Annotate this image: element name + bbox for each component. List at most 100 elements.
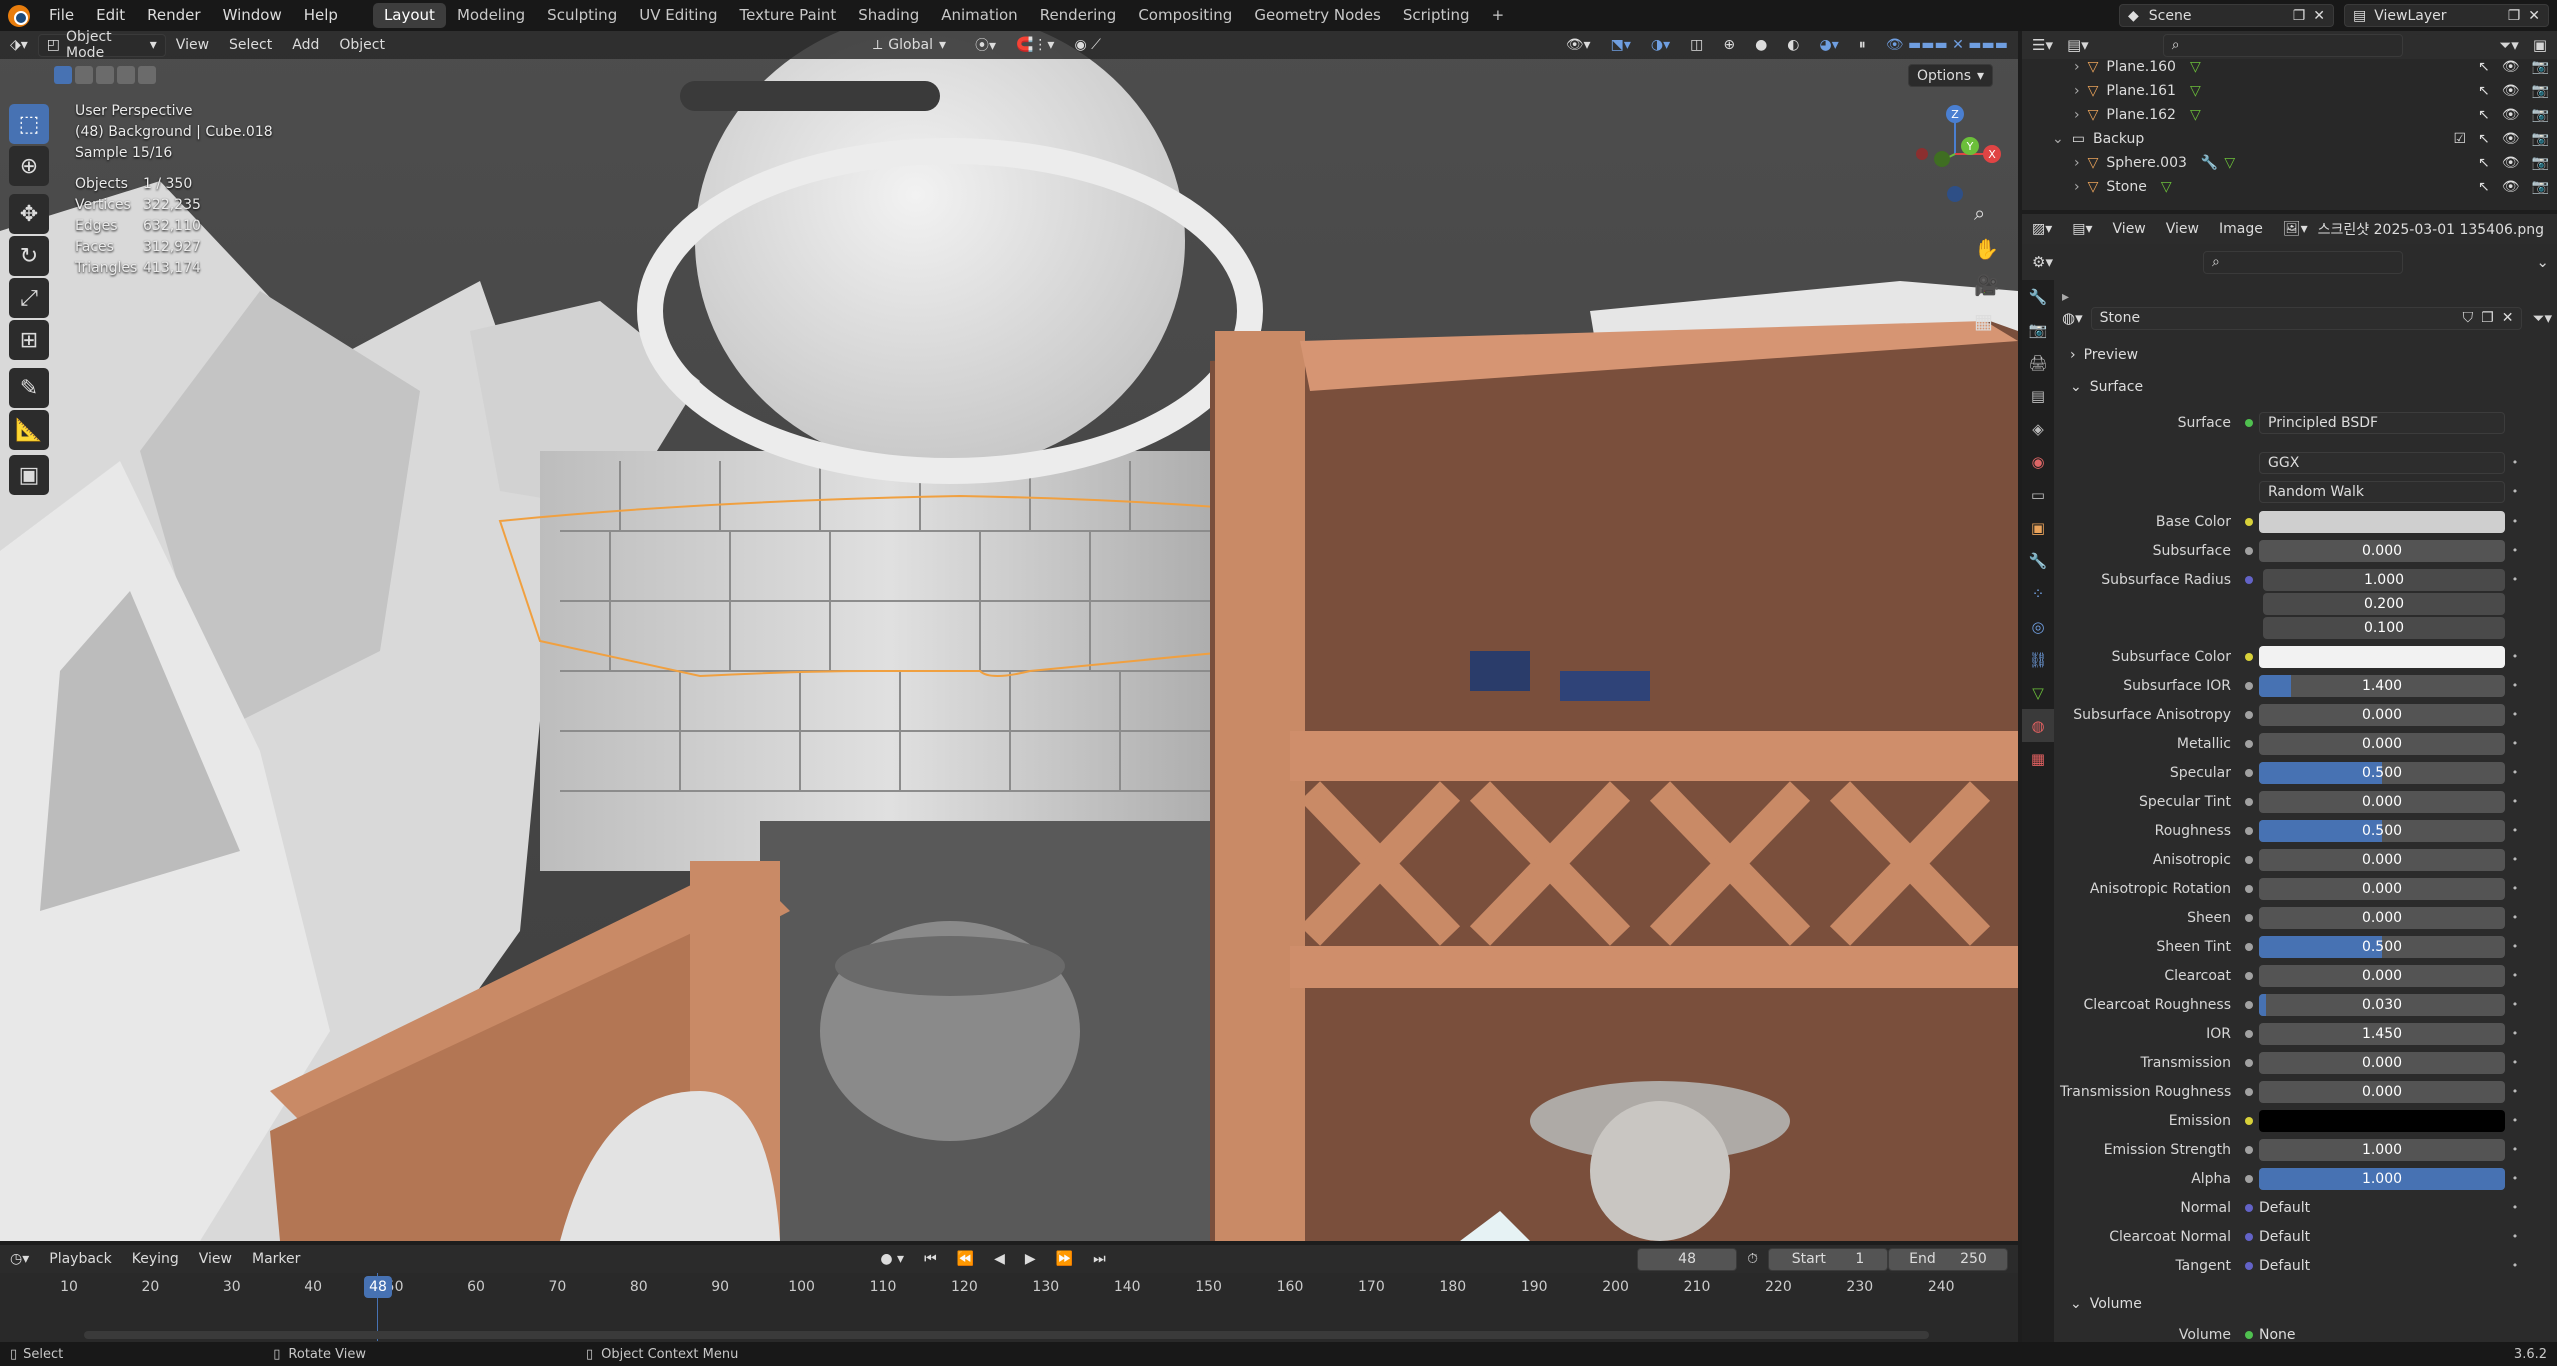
- preview-panel-header[interactable]: › Preview: [2060, 340, 2525, 370]
- scene-render[interactable]: [0, 31, 2018, 1241]
- render-toggle-icon[interactable]: 📷: [2532, 131, 2549, 147]
- distribution-dropdown[interactable]: GGX: [2259, 451, 2505, 474]
- outliner[interactable]: ☰▾ ▤▾ ⌕ ⏷▾ ▣ › ▽ Plane.160 ▽ ↖ 👁 📷 › ▽ Plane…: [2022, 31, 2557, 210]
- scene-tab-icon[interactable]: ◈: [2022, 412, 2054, 445]
- xray-icon[interactable]: ◫: [1680, 37, 1713, 53]
- view-layer-tab-icon[interactable]: ▤: [2022, 379, 2054, 412]
- measure-tool-icon[interactable]: 📐: [9, 410, 49, 450]
- link-value[interactable]: Default: [2259, 1229, 2505, 1245]
- select-box-tool-icon[interactable]: ⬚: [9, 104, 49, 144]
- keyframe-dot-icon[interactable]: •: [2505, 911, 2525, 924]
- keyframe-dot-icon[interactable]: •: [2505, 573, 2525, 586]
- filter-icon[interactable]: ⏷▾: [2532, 309, 2552, 327]
- keyframe-dot-icon[interactable]: •: [2505, 882, 2525, 895]
- keyframe-dot-icon[interactable]: •: [2505, 679, 2525, 692]
- menu-image[interactable]: Image: [2209, 221, 2273, 237]
- jump-keyframe-forward-icon[interactable]: ⏩: [1046, 1251, 1083, 1267]
- constraints-tab-icon[interactable]: ⛓: [2022, 643, 2054, 676]
- close-icon[interactable]: ✕: [2313, 8, 2325, 24]
- color-swatch[interactable]: [2259, 1109, 2505, 1132]
- zoom-icon[interactable]: ⌕: [1974, 201, 1999, 225]
- tab-shading[interactable]: Shading: [847, 3, 930, 28]
- editor-type-icon[interactable]: ⬗▾: [0, 37, 38, 53]
- annotate-tool-icon[interactable]: ✎: [9, 368, 49, 408]
- menu-playback[interactable]: Playback: [39, 1251, 121, 1267]
- surface-panel-header[interactable]: ⌄ Surface: [2060, 372, 2525, 402]
- tab-compositing[interactable]: Compositing: [1127, 3, 1243, 28]
- keyframe-dot-icon[interactable]: •: [2505, 795, 2525, 808]
- snap-icon[interactable]: 🧲⋮▾: [1006, 37, 1064, 53]
- render-toggle-icon[interactable]: 📷: [2532, 59, 2549, 75]
- options-button[interactable]: Options ▾: [1908, 64, 1994, 87]
- color-swatch[interactable]: [2259, 510, 2505, 533]
- editor-type-icon[interactable]: ⚙▾: [2032, 253, 2053, 271]
- keyframe-dot-icon[interactable]: •: [2505, 1114, 2525, 1127]
- timeline-scrollbar[interactable]: [84, 1331, 1929, 1339]
- tab-animation[interactable]: Animation: [930, 3, 1028, 28]
- menu-view[interactable]: View: [2103, 221, 2156, 237]
- add-workspace-button[interactable]: +: [1481, 3, 1516, 28]
- visibility-icon[interactable]: 👁▾: [1556, 37, 1601, 53]
- keyframe-dot-icon[interactable]: •: [2505, 1027, 2525, 1040]
- keyframe-dot-icon[interactable]: •: [2505, 969, 2525, 982]
- menu-keying[interactable]: Keying: [122, 1251, 189, 1267]
- texture-tab-icon[interactable]: ▦: [2022, 742, 2054, 775]
- color-swatch[interactable]: [2259, 645, 2505, 668]
- outliner-row[interactable]: › ▽ Sphere.003 🔧 ▽ ↖ 👁 📷: [2022, 151, 2557, 175]
- current-frame-field[interactable]: 48: [1637, 1247, 1738, 1271]
- outliner-row[interactable]: ⌄ ▭ Backup ☑ ↖ 👁 📷: [2022, 127, 2557, 151]
- scene-selector[interactable]: ◆ Scene ❐ ✕: [2119, 4, 2334, 27]
- number-field[interactable]: 0.000: [2259, 848, 2505, 871]
- render-toggle-icon[interactable]: 📷: [2532, 83, 2549, 99]
- number-field[interactable]: 0.100: [2263, 616, 2505, 639]
- menu-marker[interactable]: Marker: [242, 1251, 310, 1267]
- editor-type-icon[interactable]: ▨▾: [2022, 221, 2062, 237]
- outliner-row[interactable]: › ▽ Plane.162 ▽ ↖ 👁 📷: [2022, 103, 2557, 127]
- menu-select[interactable]: Select: [219, 37, 282, 53]
- eye-icon[interactable]: 👁: [2502, 59, 2520, 75]
- keyframe-dot-icon[interactable]: •: [2505, 544, 2525, 557]
- jump-keyframe-back-icon[interactable]: ⏪: [947, 1251, 984, 1267]
- data-tab-icon[interactable]: ▽: [2022, 676, 2054, 709]
- keyframe-dot-icon[interactable]: •: [2505, 456, 2525, 469]
- play-reverse-icon[interactable]: ◀: [984, 1251, 1015, 1267]
- volume-value[interactable]: None: [2259, 1327, 2525, 1343]
- view-mode-icon[interactable]: ▤▾: [2062, 221, 2102, 237]
- link-value[interactable]: Default: [2259, 1258, 2505, 1274]
- tool-tab-icon[interactable]: 🔧: [2022, 280, 2054, 313]
- surface-shader-dropdown[interactable]: Principled BSDF: [2259, 411, 2505, 434]
- menu-object[interactable]: Object: [329, 37, 395, 53]
- tab-geometry-nodes[interactable]: Geometry Nodes: [1243, 3, 1392, 28]
- copy-icon[interactable]: ❐: [2481, 310, 2494, 326]
- copy-icon[interactable]: ❐: [2508, 8, 2521, 24]
- eye-icon[interactable]: 👁: [2502, 131, 2520, 147]
- cursor-tool-icon[interactable]: ⊕: [9, 146, 49, 186]
- keyframe-dot-icon[interactable]: •: [2505, 1172, 2525, 1185]
- keyframe-dot-icon[interactable]: •: [2505, 1085, 2525, 1098]
- select-new-icon[interactable]: [54, 66, 72, 84]
- playhead[interactable]: 48: [364, 1276, 392, 1298]
- menu-help[interactable]: Help: [293, 0, 349, 31]
- render-toggle-icon[interactable]: 📷: [2532, 107, 2549, 123]
- menu-add[interactable]: Add: [282, 37, 329, 53]
- move-tool-icon[interactable]: ✥: [9, 194, 49, 234]
- rotate-tool-icon[interactable]: ↻: [9, 236, 49, 276]
- number-field[interactable]: 1.000: [2259, 1167, 2505, 1190]
- close-icon[interactable]: ✕: [2502, 310, 2514, 326]
- subsurface-method-dropdown[interactable]: Random Walk: [2259, 480, 2505, 503]
- select-toggle-icon[interactable]: ↖: [2478, 107, 2490, 123]
- number-field[interactable]: 0.000: [2259, 1051, 2505, 1074]
- keyframe-dot-icon[interactable]: •: [2505, 737, 2525, 750]
- eye-icon[interactable]: 👁: [2502, 155, 2520, 171]
- overlays-icon[interactable]: ◑▾: [1641, 37, 1680, 53]
- select-toggle-icon[interactable]: ↖: [2478, 179, 2490, 195]
- particles-tab-icon[interactable]: ⁘: [2022, 577, 2054, 610]
- select-extend-icon[interactable]: [75, 66, 93, 84]
- eye-icon[interactable]: 👁: [2502, 179, 2520, 195]
- number-field[interactable]: 0.000: [2259, 1080, 2505, 1103]
- transform-tool-icon[interactable]: ⊞: [9, 320, 49, 360]
- menu-view[interactable]: View: [189, 1251, 242, 1267]
- pause-render-icon[interactable]: ⏸: [1849, 37, 1876, 53]
- select-toggle-icon[interactable]: ↖: [2478, 83, 2490, 99]
- add-cube-tool-icon[interactable]: ▣: [9, 455, 49, 495]
